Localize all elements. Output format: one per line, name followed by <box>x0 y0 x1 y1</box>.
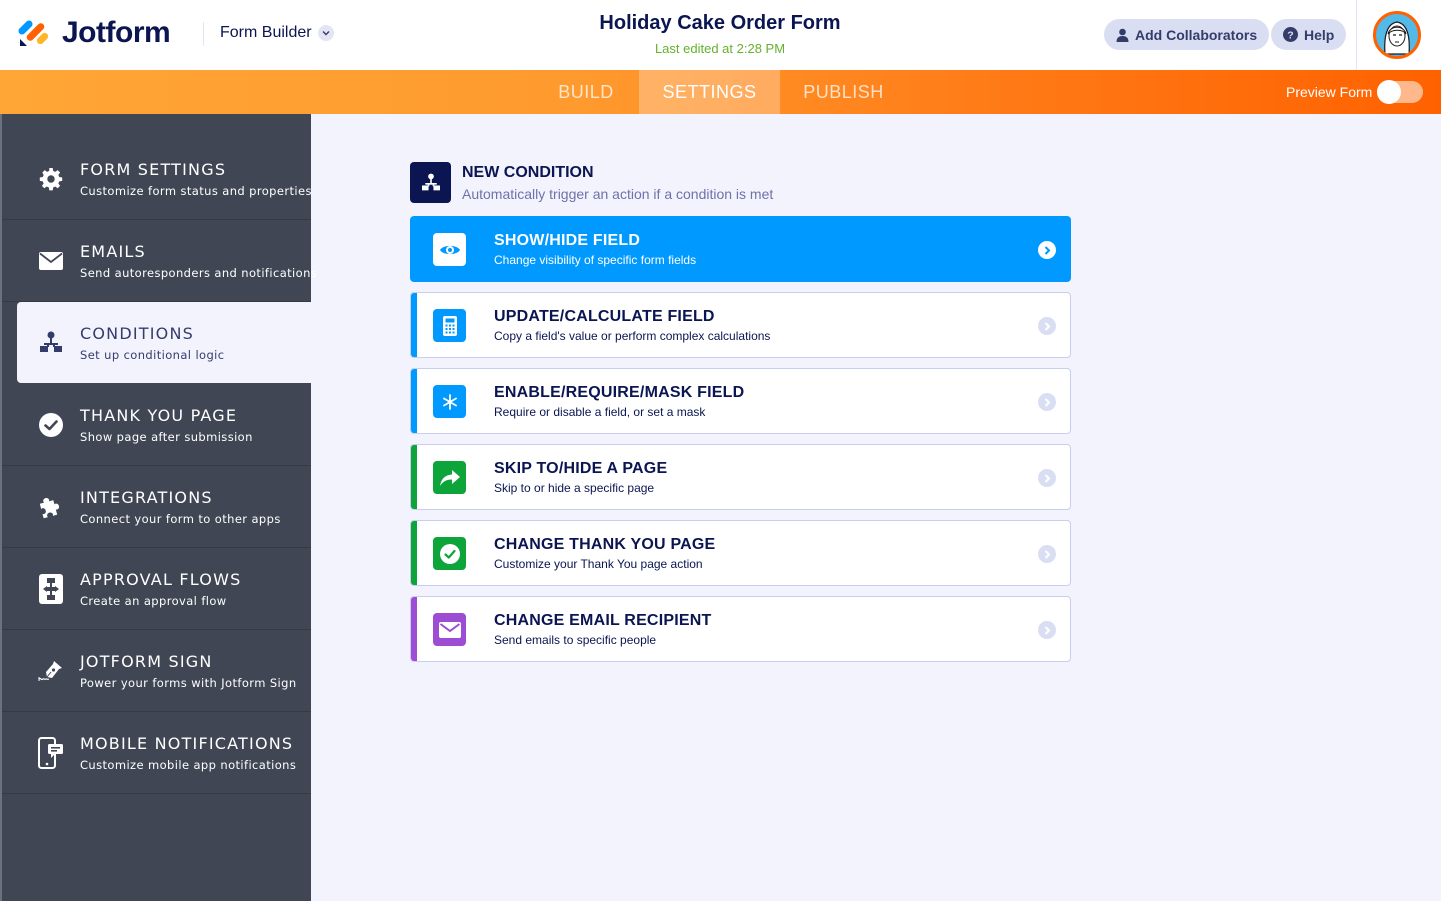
conditions-panel: NEW CONDITION Automatically trigger an a… <box>311 114 1441 901</box>
check-circle-icon <box>38 412 64 438</box>
condition-card-desc: Send emails to specific people <box>494 633 657 647</box>
condition-card-title: CHANGE THANK YOU PAGE <box>494 536 716 553</box>
sidebar-item-title: APPROVAL FLOWS <box>80 570 242 589</box>
condition-card-title: CHANGE EMAIL RECIPIENT <box>494 612 712 629</box>
envelope-icon <box>38 248 64 274</box>
sidebar-item-title: EMAILS <box>80 242 146 261</box>
condition-card-title: ENABLE/REQUIRE/MASK FIELD <box>494 384 745 401</box>
gear-icon <box>38 166 64 192</box>
settings-sidebar: FORM SETTINGS Customize form status and … <box>0 114 317 901</box>
header-vertical-divider <box>1356 0 1357 70</box>
sidebar-item-thank-you-page[interactable]: THANK YOU PAGE Show page after submissio… <box>2 384 311 466</box>
top-header: Jotform Form Builder Holiday Cake Order … <box>0 0 1441 70</box>
condition-card-title: UPDATE/CALCULATE FIELD <box>494 308 715 325</box>
toggle-knob <box>1377 80 1401 104</box>
condition-card-show-hide-field[interactable]: SHOW/HIDE FIELD Change visibility of spe… <box>410 216 1071 282</box>
condition-card-skip-hide-page[interactable]: SKIP TO/HIDE A PAGE Skip to or hide a sp… <box>410 444 1071 510</box>
new-condition-description: Automatically trigger an action if a con… <box>462 186 774 202</box>
main-tabs-bar: BUILD SETTINGS PUBLISH Preview Form <box>0 70 1441 114</box>
new-condition-title: NEW CONDITION <box>462 164 594 181</box>
sidebar-item-emails[interactable]: EMAILS Send autoresponders and notificat… <box>2 220 317 302</box>
form-title-block: Holiday Cake Order Form Last edited at 2… <box>520 12 920 56</box>
envelope-icon <box>433 613 466 646</box>
form-builder-label: Form Builder <box>220 24 312 41</box>
chevron-right-icon <box>1038 241 1056 259</box>
jotform-logo-icon <box>18 20 49 46</box>
sidebar-item-title: THANK YOU PAGE <box>80 406 238 425</box>
chevron-right-icon <box>1038 393 1056 411</box>
sidebar-item-desc: Create an approval flow <box>80 594 227 608</box>
sidebar-item-approval-flows[interactable]: APPROVAL FLOWS Create an approval flow <box>2 548 311 630</box>
condition-card-desc: Skip to or hide a specific page <box>494 481 655 495</box>
sidebar-item-desc: Customize form status and properties <box>80 184 312 198</box>
condition-card-change-email-recipient[interactable]: CHANGE EMAIL RECIPIENT Send emails to sp… <box>410 596 1071 662</box>
jotform-logo[interactable]: Jotform <box>18 16 171 50</box>
form-builder-dropdown[interactable]: Form Builder <box>220 24 334 42</box>
preview-form-toggle[interactable] <box>1377 80 1423 104</box>
sidebar-item-jotform-sign[interactable]: JOTFORM SIGN Power your forms with Jotfo… <box>2 630 311 712</box>
check-circle-icon <box>433 537 466 570</box>
condition-card-change-thank-you-page[interactable]: CHANGE THANK YOU PAGE Customize your Tha… <box>410 520 1071 586</box>
sidebar-item-desc: Connect your form to other apps <box>80 512 281 526</box>
sidebar-item-form-settings[interactable]: FORM SETTINGS Customize form status and … <box>2 138 311 220</box>
avatar-portrait-icon <box>1384 21 1410 55</box>
sidebar-item-title: FORM SETTINGS <box>80 160 227 179</box>
sidebar-item-desc: Customize mobile app notifications <box>80 758 297 772</box>
condition-card-desc: Copy a field's value or perform complex … <box>494 329 771 343</box>
svg-text:?: ? <box>1287 29 1293 41</box>
puzzle-icon <box>38 494 64 520</box>
sidebar-item-desc: Power your forms with Jotform Sign <box>80 676 297 690</box>
hierarchy-icon <box>38 330 64 356</box>
chevron-right-icon <box>1038 621 1056 639</box>
condition-card-title: SKIP TO/HIDE A PAGE <box>494 460 668 477</box>
help-button[interactable]: ? Help <box>1271 19 1347 50</box>
form-title[interactable]: Holiday Cake Order Form <box>520 12 920 35</box>
chevron-right-icon <box>1038 469 1056 487</box>
sidebar-item-mobile-notifications[interactable]: MOBILE NOTIFICATIONS Customize mobile ap… <box>2 712 311 794</box>
chevron-down-icon <box>317 25 334 41</box>
tab-publish[interactable]: PUBLISH <box>780 70 907 114</box>
brand-name: Jotform <box>62 16 171 49</box>
chevron-right-icon <box>1038 545 1056 563</box>
sidebar-item-title: JOTFORM SIGN <box>80 652 213 671</box>
sidebar-item-title: MOBILE NOTIFICATIONS <box>80 734 294 753</box>
condition-card-title: SHOW/HIDE FIELD <box>494 232 641 249</box>
condition-card-desc: Customize your Thank You page action <box>494 557 703 571</box>
sidebar-item-desc: Show page after submission <box>80 430 253 444</box>
chevron-right-icon <box>1038 317 1056 335</box>
preview-form-label: Preview Form <box>1286 84 1373 100</box>
question-circle-icon: ? <box>1283 27 1298 42</box>
user-icon <box>1116 28 1129 42</box>
mobile-notification-icon <box>38 737 64 769</box>
eye-icon <box>433 233 466 266</box>
pen-nib-icon <box>38 658 64 684</box>
header-divider <box>203 22 204 46</box>
sidebar-item-title: CONDITIONS <box>80 324 194 343</box>
condition-card-desc: Require or disable a field, or set a mas… <box>494 405 706 419</box>
sidebar-item-desc: Set up conditional logic <box>80 348 225 362</box>
sidebar-item-desc: Send autoresponders and notifications <box>80 266 318 280</box>
tab-build[interactable]: BUILD <box>533 70 639 114</box>
condition-card-desc: Change visibility of specific form field… <box>494 253 697 267</box>
forward-arrow-icon <box>433 461 466 494</box>
calculator-icon <box>433 309 466 342</box>
condition-card-enable-require-mask-field[interactable]: ENABLE/REQUIRE/MASK FIELD Require or dis… <box>410 368 1071 434</box>
asterisk-icon <box>433 385 466 418</box>
flowchart-icon <box>38 574 64 604</box>
condition-card-update-calculate-field[interactable]: UPDATE/CALCULATE FIELD Copy a field's va… <box>410 292 1071 358</box>
user-avatar[interactable] <box>1373 11 1421 59</box>
add-collaborators-button[interactable]: Add Collaborators <box>1104 19 1270 50</box>
sidebar-item-conditions[interactable]: CONDITIONS Set up conditional logic <box>17 302 313 383</box>
last-edited-status: Last edited at 2:28 PM <box>654 41 786 56</box>
sidebar-item-title: INTEGRATIONS <box>80 488 213 507</box>
tab-settings[interactable]: SETTINGS <box>639 70 780 114</box>
add-collaborators-label: Add Collaborators <box>1135 26 1258 43</box>
help-label: Help <box>1304 26 1335 43</box>
sidebar-item-integrations[interactable]: INTEGRATIONS Connect your form to other … <box>2 466 311 548</box>
new-condition-hierarchy-icon <box>410 162 451 203</box>
